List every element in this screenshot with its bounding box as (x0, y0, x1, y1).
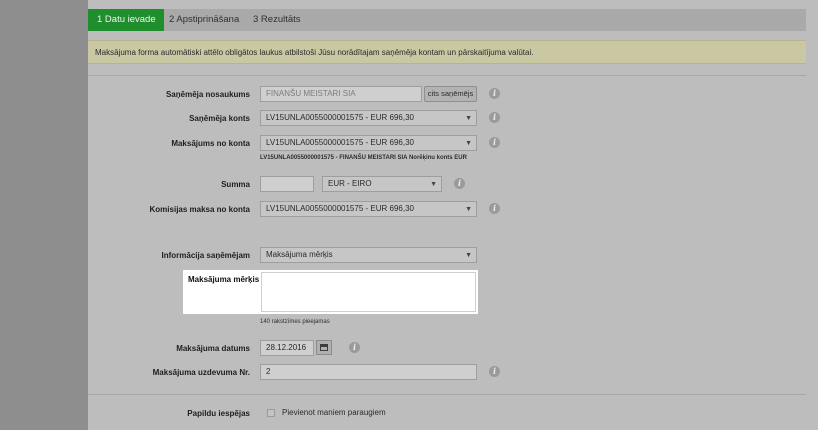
steps-bar: 1 Datu ievade 2 Apstiprināšana 3 Rezultā… (88, 9, 806, 31)
commission-account-value: LV15UNLA0055000001575 - EUR 696,30 (266, 204, 414, 213)
chevron-down-icon: ▼ (430, 181, 437, 188)
step-data-entry[interactable]: 1 Datu ievade (88, 9, 164, 31)
divider (88, 394, 806, 395)
info-to-recipient-label: Informācija saņēmējam (161, 251, 250, 260)
info-icon[interactable]: i (489, 88, 500, 99)
recipient-account-value: LV15UNLA0055000001575 - EUR 696,30 (266, 113, 414, 122)
info-icon[interactable]: i (489, 203, 500, 214)
recipient-account-label: Saņēmēja konts (189, 114, 250, 123)
save-template-checkbox[interactable] (267, 409, 275, 417)
order-number-input[interactable]: 2 (260, 364, 477, 380)
from-account-value: LV15UNLA0055000001575 - EUR 696,30 (266, 138, 414, 147)
info-notice: Maksājuma forma automātiski attēlo oblig… (88, 40, 806, 64)
info-to-recipient-select[interactable]: Maksājuma mērķis ▼ (260, 247, 477, 263)
step-result: 3 Rezultāts (253, 14, 301, 25)
commission-label: Komisijas maksa no konta (149, 205, 250, 214)
date-input[interactable]: 28.12.2016 (260, 340, 314, 356)
from-account-label: Maksājums no konta (171, 139, 250, 148)
amount-label: Summa (221, 180, 250, 189)
info-to-recipient-value: Maksājuma mērķis (266, 250, 333, 259)
date-label: Maksājuma datums (176, 344, 250, 353)
chevron-down-icon: ▼ (465, 252, 472, 259)
from-account-select[interactable]: LV15UNLA0055000001575 - EUR 696,30 ▼ (260, 135, 477, 151)
from-account-note: LV15UNLA0055000001575 - FINANŠU MEISTARI… (260, 155, 467, 161)
step-confirmation: 2 Apstiprināšana (169, 14, 240, 25)
other-recipient-button[interactable]: cits saņēmējs (424, 86, 477, 102)
amount-input[interactable] (260, 176, 314, 192)
recipient-name-label: Saņēmēja nosaukums (165, 90, 250, 99)
recipient-account-select[interactable]: LV15UNLA0055000001575 - EUR 696,30 ▼ (260, 110, 477, 126)
currency-select[interactable]: EUR - EIRO ▼ (322, 176, 442, 192)
currency-value: EUR - EIRO (328, 179, 372, 188)
order-number-label: Maksājuma uzdevuma Nr. (152, 368, 250, 377)
extra-options-label: Papildu iespējas (187, 409, 250, 418)
info-icon[interactable]: i (349, 342, 360, 353)
recipient-name-input[interactable]: FINANŠU MEISTARI SIA (260, 86, 422, 102)
info-icon[interactable]: i (489, 112, 500, 123)
purpose-label: Maksājuma mērķis (188, 275, 260, 284)
purpose-textarea[interactable] (261, 272, 476, 312)
info-icon[interactable]: i (454, 178, 465, 189)
chevron-down-icon: ▼ (465, 115, 472, 122)
save-template-label: Pievienot maniem paraugiem (282, 408, 386, 417)
info-icon[interactable]: i (489, 137, 500, 148)
chevron-down-icon: ▼ (465, 206, 472, 213)
info-icon[interactable]: i (489, 366, 500, 377)
calendar-icon[interactable] (316, 340, 332, 355)
chars-left-note: 140 rakstzīmes pieejamas (260, 319, 330, 325)
divider (88, 75, 806, 76)
commission-account-select[interactable]: LV15UNLA0055000001575 - EUR 696,30 ▼ (260, 201, 477, 217)
chevron-down-icon: ▼ (465, 140, 472, 147)
